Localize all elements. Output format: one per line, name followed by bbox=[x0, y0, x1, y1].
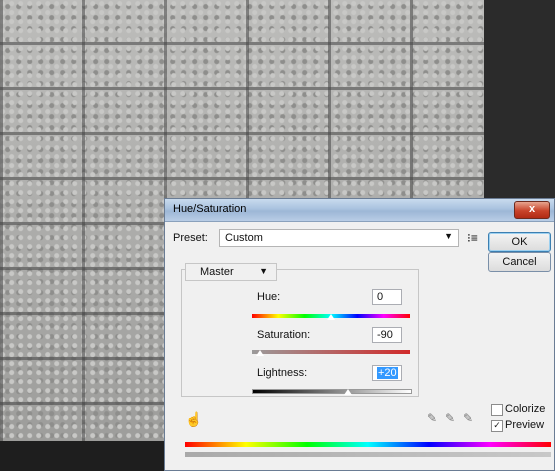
colorize-checkbox[interactable] bbox=[491, 404, 503, 416]
channel-dropdown[interactable]: Master ▼ bbox=[185, 263, 277, 281]
preset-value: Custom bbox=[225, 232, 263, 244]
output-spectrum-bar bbox=[185, 452, 551, 457]
hue-slider-thumb[interactable] bbox=[326, 313, 336, 320]
input-spectrum-bar bbox=[185, 442, 551, 447]
hue-label: Hue: bbox=[257, 291, 281, 303]
hue-slider[interactable] bbox=[252, 313, 410, 320]
eyedropper-icon[interactable]: ✎ bbox=[427, 411, 437, 425]
preset-label: Preset: bbox=[173, 232, 208, 244]
preset-dropdown[interactable]: Custom ▼ bbox=[219, 229, 459, 247]
lightness-input[interactable]: +20 bbox=[372, 365, 402, 381]
saturation-value: -90 bbox=[377, 329, 393, 341]
lightness-value: +20 bbox=[377, 367, 398, 379]
hue-value: 0 bbox=[377, 291, 384, 303]
ok-button[interactable]: OK bbox=[488, 232, 551, 252]
saturation-slider[interactable] bbox=[252, 349, 410, 356]
hand-icon[interactable]: ☝ bbox=[185, 411, 202, 428]
lightness-slider-thumb[interactable] bbox=[343, 388, 353, 395]
saturation-label: Saturation: bbox=[257, 329, 311, 341]
preview-label: Preview bbox=[505, 419, 545, 431]
cancel-button[interactable]: Cancel bbox=[488, 252, 551, 272]
colorize-label: Colorize bbox=[505, 403, 546, 415]
saturation-input[interactable]: -90 bbox=[372, 327, 402, 343]
hue-input[interactable]: 0 bbox=[372, 289, 402, 305]
close-button[interactable]: x bbox=[514, 201, 550, 219]
lightness-label: Lightness: bbox=[257, 367, 308, 379]
lightness-slider[interactable] bbox=[252, 388, 412, 395]
eyedropper-minus-icon[interactable]: ✎ bbox=[463, 411, 473, 425]
chevron-down-icon: ▼ bbox=[444, 231, 453, 241]
close-icon: x bbox=[528, 203, 536, 215]
eyedropper-plus-icon[interactable]: ✎ bbox=[445, 411, 455, 425]
preview-checkbox[interactable]: ✓ bbox=[491, 420, 503, 432]
dialog-titlebar[interactable]: Hue/Saturation x bbox=[165, 199, 554, 222]
hue-saturation-dialog: Hue/Saturation x Preset: Custom ▼ ⁝≡ OK … bbox=[164, 198, 555, 471]
channel-value: Master bbox=[200, 266, 234, 278]
chevron-down-icon: ▼ bbox=[259, 266, 268, 276]
saturation-slider-thumb[interactable] bbox=[255, 349, 265, 356]
dialog-title: Hue/Saturation bbox=[173, 203, 247, 215]
list-menu-icon[interactable]: ⁝≡ bbox=[467, 231, 478, 245]
